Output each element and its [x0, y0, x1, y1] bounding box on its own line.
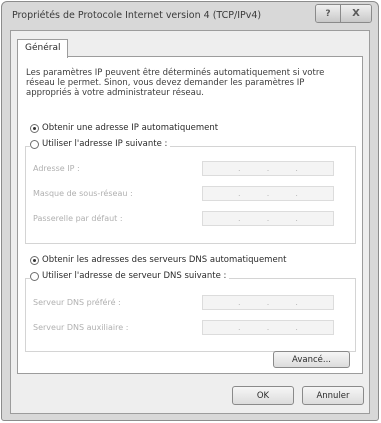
- ip-address-input[interactable]: ...: [202, 161, 334, 176]
- radio-ip-manual-indicator[interactable]: [30, 139, 39, 149]
- default-gateway-input[interactable]: ...: [202, 211, 334, 226]
- tab-panel-general: Les paramètres IP peuvent être déterminé…: [17, 56, 363, 374]
- dialog-window: Propriétés de Protocole Internet version…: [1, 1, 379, 421]
- caption-buttons: ? X: [315, 4, 372, 23]
- radio-dns-auto-indicator[interactable]: [30, 255, 39, 265]
- radio-dns-auto-label: Obtenir les adresses des serveurs DNS au…: [42, 255, 287, 265]
- subnet-mask-input[interactable]: ...: [202, 186, 334, 201]
- tab-general[interactable]: Général: [17, 39, 69, 58]
- advanced-button[interactable]: Avancé...: [273, 351, 350, 368]
- close-button[interactable]: X: [340, 5, 371, 22]
- alternate-dns-input[interactable]: ...: [202, 320, 334, 335]
- ok-button[interactable]: OK: [232, 386, 294, 405]
- preferred-dns-input[interactable]: ...: [202, 295, 334, 310]
- radio-dns-auto[interactable]: Obtenir les adresses des serveurs DNS au…: [30, 255, 286, 265]
- dialog-body: Général Les paramètres IP peuvent être d…: [10, 30, 370, 414]
- description-text: Les paramètres IP peuvent être déterminé…: [26, 68, 325, 98]
- radio-ip-auto-label: Obtenir une adresse IP automatiquement: [42, 123, 219, 133]
- radio-ip-manual-label: Utiliser l'adresse IP suivante :: [42, 139, 168, 149]
- radio-dns-manual[interactable]: Utiliser l'adresse de serveur DNS suivan…: [30, 271, 230, 281]
- dns-manual-group: [25, 278, 356, 352]
- help-button[interactable]: ?: [316, 5, 340, 22]
- preferred-dns-label: Serveur DNS préféré :: [33, 298, 121, 307]
- window-title: Propriétés de Protocole Internet version…: [12, 10, 262, 21]
- radio-dns-manual-indicator[interactable]: [30, 271, 39, 281]
- title-bar[interactable]: Propriétés de Protocole Internet version…: [2, 2, 378, 28]
- radio-dns-manual-label: Utiliser l'adresse de serveur DNS suivan…: [42, 271, 227, 281]
- ip-address-label: Adresse IP :: [33, 164, 80, 173]
- default-gateway-label: Passerelle par défaut :: [33, 214, 123, 223]
- alternate-dns-label: Serveur DNS auxiliaire :: [33, 323, 129, 332]
- radio-ip-manual[interactable]: Utiliser l'adresse IP suivante :: [30, 139, 171, 149]
- radio-ip-auto[interactable]: Obtenir une adresse IP automatiquement: [30, 123, 218, 133]
- radio-ip-auto-indicator[interactable]: [30, 123, 39, 133]
- cancel-button[interactable]: Annuler: [302, 386, 364, 405]
- subnet-mask-label: Masque de sous-réseau :: [33, 189, 133, 198]
